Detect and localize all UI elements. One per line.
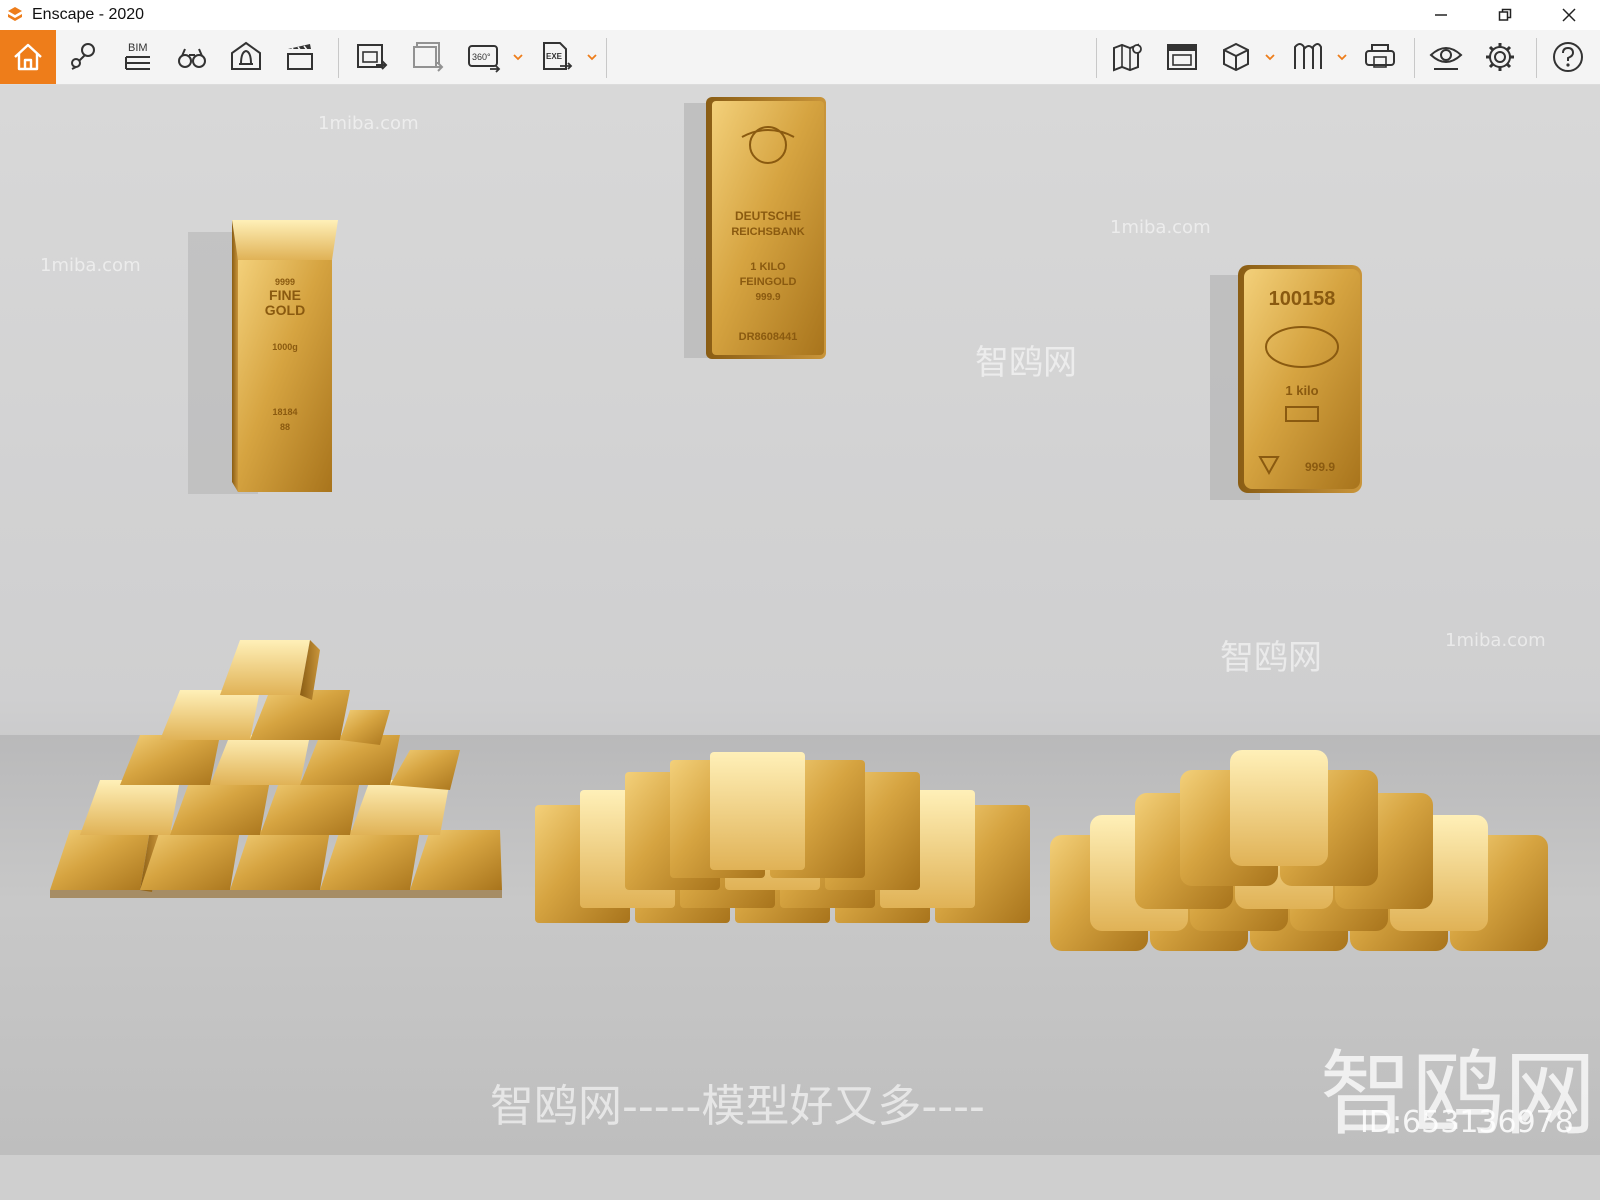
restore-button[interactable]: [1482, 0, 1528, 30]
gold-bar-center: DEUTSCHE REICHSBANK 1 KILO FEINGOLD 999.…: [684, 97, 826, 359]
views-button[interactable]: [166, 30, 218, 84]
chevron-down-icon[interactable]: [512, 52, 524, 62]
home-button[interactable]: [0, 30, 56, 84]
watermark-brand: 智鸥网: [975, 343, 1077, 383]
cube-button[interactable]: [1210, 30, 1262, 84]
gold-bar-stack-flat: [535, 752, 1030, 923]
bar-center-text: DR8608441: [739, 331, 798, 343]
minimize-button[interactable]: [1418, 0, 1464, 30]
watermark-id: ID:653136978: [1360, 1105, 1574, 1140]
chevron-down-icon[interactable]: [1336, 52, 1348, 62]
batch-render-icon: [413, 42, 444, 72]
close-icon: [1562, 8, 1576, 22]
batch-render-button[interactable]: [402, 30, 454, 84]
chevron-down-icon[interactable]: [1264, 52, 1276, 62]
bar-center-text: 999.9: [755, 292, 780, 303]
restore-icon: [1498, 8, 1512, 21]
bar-left-text: 1000g: [272, 342, 298, 352]
render-image-icon: [357, 44, 388, 70]
chevron-down-icon[interactable]: [586, 52, 598, 62]
settings-button[interactable]: [1474, 30, 1526, 84]
material-button[interactable]: [1282, 30, 1334, 84]
floor-edge: [0, 1155, 1600, 1200]
asset-library-icon: [1167, 44, 1197, 70]
bar-right-text: 999.9: [1305, 460, 1335, 474]
bar-center-text: 1 KILO: [750, 261, 786, 273]
render-360-button[interactable]: 360°: [458, 30, 510, 84]
badge-exe: EXE: [546, 52, 563, 61]
bar-left-text: FINE: [269, 287, 301, 303]
watermark-site: 1miba.com: [1110, 217, 1211, 238]
map-button[interactable]: [1102, 30, 1154, 84]
binoculars-icon: [178, 48, 206, 68]
minimize-icon: [1435, 14, 1447, 16]
toolbar-separator: [1414, 38, 1415, 78]
gold-bar-stack-pyramid: [50, 640, 502, 898]
bar-left-text: GOLD: [265, 302, 305, 318]
bar-left-text: 18184: [272, 407, 297, 417]
notification-button[interactable]: [220, 30, 272, 84]
watermark-site: 1miba.com: [40, 255, 141, 276]
bar-center-text: DEUTSCHE: [735, 209, 801, 223]
bar-center-text: FEINGOLD: [740, 276, 797, 288]
bim-button[interactable]: BIM: [112, 30, 164, 84]
vr-headset-button[interactable]: [1354, 30, 1406, 84]
locator-button[interactable]: [58, 30, 110, 84]
help-button[interactable]: [1542, 30, 1594, 84]
map-icon: [1113, 43, 1142, 72]
window-title: Enscape - 2020: [32, 6, 145, 23]
enscape-toolbar: BIM 360° EXE: [0, 30, 1600, 85]
video-editor-button[interactable]: [274, 30, 326, 84]
cube-icon: [1223, 42, 1249, 72]
export-exe-icon: EXE: [543, 42, 573, 70]
toolbar-separator: [606, 38, 607, 78]
watermark-brand: 智鸥网: [1220, 638, 1322, 678]
bell-icon: [231, 41, 261, 70]
render-viewport[interactable]: 9999 FINE GOLD 1000g 18184 88 DEUTSCHE R…: [0, 85, 1600, 1200]
gold-bar-left: 9999 FINE GOLD 1000g 18184 88: [188, 220, 338, 494]
render-360-icon: 360°: [468, 45, 501, 73]
watermark-slogan: 智鸥网-----模型好又多----: [490, 1081, 985, 1132]
badge-360: 360°: [472, 52, 491, 62]
watermark-site: 1miba.com: [318, 113, 419, 134]
visual-settings-button[interactable]: [1420, 30, 1472, 84]
settings-icon: [1486, 43, 1514, 71]
gold-bar-stack-rounded: [1050, 750, 1548, 951]
bar-left-text: 88: [280, 422, 290, 432]
bar-center-text: REICHSBANK: [731, 226, 804, 238]
home-icon: [14, 43, 42, 71]
locator-icon: [71, 43, 95, 70]
vr-headset-icon: [1365, 44, 1395, 68]
render-image-button[interactable]: [346, 30, 398, 84]
bim-label: BIM: [128, 42, 148, 54]
export-exe-button[interactable]: EXE: [530, 30, 582, 84]
close-button[interactable]: [1546, 0, 1592, 30]
enscape-logo-icon: [8, 7, 22, 21]
asset-library-button[interactable]: [1156, 30, 1208, 84]
watermark-site: 1miba.com: [1445, 630, 1546, 651]
bar-right-text: 100158: [1269, 288, 1336, 310]
bar-right-text: 1 kilo: [1285, 383, 1318, 398]
toolbar-separator: [338, 38, 339, 78]
toolbar-separator: [1096, 38, 1097, 78]
toolbar-separator: [1536, 38, 1537, 78]
clapper-icon: [287, 44, 313, 70]
title-bar: Enscape - 2020: [0, 0, 1600, 30]
help-icon: [1553, 42, 1583, 72]
bar-left-text: 9999: [275, 277, 295, 287]
material-icon: [1294, 43, 1322, 69]
gold-bar-right: 100158 1 kilo 999.9: [1210, 265, 1362, 500]
visual-settings-icon: [1429, 47, 1463, 70]
bim-icon: BIM: [125, 42, 150, 70]
